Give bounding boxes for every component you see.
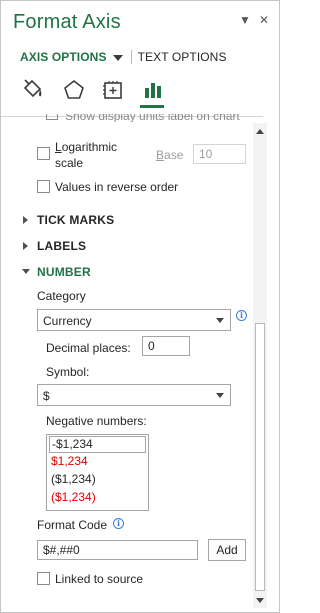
tab-text-options[interactable]: TEXT OPTIONS <box>138 50 227 64</box>
base-text: ase <box>164 148 184 162</box>
effects-icon[interactable] <box>60 76 88 106</box>
tab-axis-options[interactable]: AXIS OPTIONS <box>20 50 107 64</box>
tick-marks-expand-icon[interactable] <box>23 216 28 224</box>
chevron-down-icon <box>216 318 224 323</box>
category-info-icon[interactable]: i <box>236 310 247 321</box>
linked-to-source-checkbox[interactable] <box>37 572 50 585</box>
symbol-select[interactable]: $ <box>37 384 231 406</box>
negative-numbers-label: Negative numbers: <box>46 414 147 428</box>
base-label: Base <box>156 148 184 162</box>
reverse-order-checkbox[interactable] <box>37 180 50 193</box>
tab-dropdown-icon[interactable] <box>112 54 123 61</box>
number-collapse-icon[interactable] <box>22 269 30 274</box>
labels-expand-icon[interactable] <box>23 242 28 250</box>
list-item[interactable]: -$1,234 <box>49 436 146 453</box>
list-item[interactable]: $1,234 <box>49 454 146 471</box>
category-select[interactable]: Currency <box>37 309 231 331</box>
close-icon[interactable]: ✕ <box>259 13 269 27</box>
logarithmic-scale-label-line2: scale <box>55 156 84 170</box>
tab-separator <box>130 50 132 64</box>
symbol-label: Symbol: <box>46 365 90 379</box>
list-item[interactable]: ($1,234) <box>49 472 146 489</box>
linked-to-source-label: Linked to source <box>55 572 144 586</box>
format-code-info-icon[interactable]: i <box>113 518 124 529</box>
scroll-up-icon[interactable] <box>253 125 267 139</box>
format-axis-pane: Format Axis ▼ ✕ AXIS OPTIONS TEXT OPTION… <box>0 0 280 613</box>
log-text: ogarithmic <box>61 140 118 154</box>
display-units-label: Show display units label on chart <box>65 114 240 122</box>
chevron-down-icon <box>216 393 224 398</box>
fill-line-icon[interactable] <box>19 76 47 106</box>
logarithmic-scale-label-line1: Logarithmic <box>55 140 118 154</box>
symbol-select-value: $ <box>43 389 50 403</box>
format-code-label: Format Code <box>37 518 108 532</box>
reverse-order-label: Values in reverse order <box>55 180 179 194</box>
pane-title: Format Axis <box>13 11 121 33</box>
display-units-checkbox[interactable] <box>46 114 58 120</box>
format-code-input[interactable]: $#,##0 <box>37 540 198 560</box>
add-button[interactable]: Add <box>208 539 246 561</box>
category-select-value: Currency <box>43 314 92 328</box>
base-input[interactable]: 10 <box>193 144 246 164</box>
scrollbar-thumb[interactable] <box>255 323 265 591</box>
active-tab-underline <box>140 105 164 108</box>
section-labels[interactable]: LABELS <box>37 239 86 253</box>
scroll-down-icon[interactable] <box>253 594 267 608</box>
axis-options-icon[interactable] <box>140 76 168 106</box>
size-properties-icon[interactable] <box>99 76 127 106</box>
negative-numbers-list: -$1,234 $1,234 ($1,234) ($1,234) <box>46 434 149 511</box>
options-tabs: AXIS OPTIONS TEXT OPTIONS <box>20 49 227 65</box>
list-item[interactable]: ($1,234) <box>49 490 146 507</box>
section-number[interactable]: NUMBER <box>37 265 91 279</box>
decimal-places-label: Decimal places: <box>46 341 131 355</box>
vertical-scrollbar[interactable] <box>253 123 267 608</box>
category-label: Category <box>37 289 86 303</box>
chevron-down-icon[interactable]: ▼ <box>239 13 251 27</box>
decimal-places-input[interactable]: 0 <box>142 336 190 356</box>
section-tick-marks[interactable]: TICK MARKS <box>37 213 114 227</box>
logarithmic-scale-checkbox[interactable] <box>37 147 50 160</box>
